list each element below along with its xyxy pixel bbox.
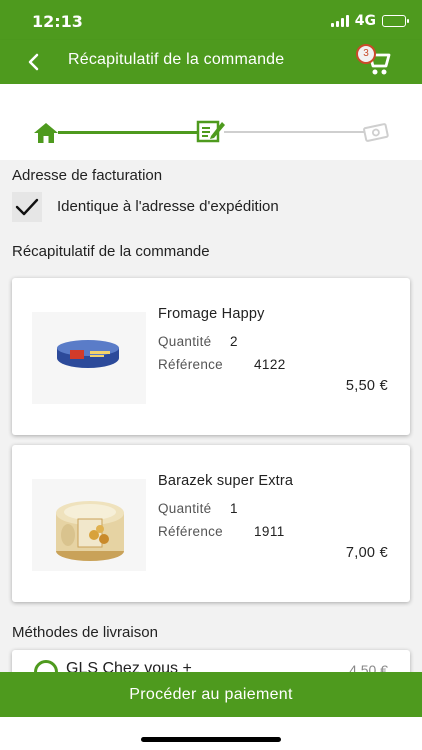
quantity-value: 2 [230,334,238,349]
order-item-card[interactable]: Barazek super Extra Quantité 1 Référence… [12,445,410,602]
cart-count-badge: 3 [356,44,376,64]
reference-label: Référence [158,524,223,539]
home-icon [34,123,58,143]
banknote-icon [363,123,389,142]
billing-section-title: Adresse de facturation [12,167,163,184]
status-bar: 12:13 4G [0,0,422,40]
reference-label: Référence [158,357,223,372]
status-indicators: 4G [330,13,409,29]
edit-form-icon [196,120,225,143]
same-as-shipping-row: Identique à l'adresse d'expédition [0,188,422,226]
item-price: 7,00 € [345,545,388,561]
proceed-to-payment-button[interactable]: Procéder au paiement [0,672,422,717]
quantity-value: 1 [230,501,238,516]
reference-value: 1911 [254,524,285,539]
checkmark-icon [15,198,39,216]
same-as-shipping-checkbox[interactable] [12,192,42,222]
quantity-label: Quantité [158,501,212,516]
signal-icon [330,15,349,27]
home-indicator[interactable] [141,737,281,742]
product-image [32,312,146,404]
summary-section-title: Récapitulatif de la commande [12,243,210,260]
quantity-label: Quantité [158,334,212,349]
progress-line-pending [224,131,364,133]
back-arrow-icon[interactable] [22,50,46,74]
home-indicator-area [0,717,422,750]
network-type: 4G [354,13,376,29]
item-price: 5,50 € [345,378,388,394]
product-name: Barazek super Extra [158,473,294,489]
progress-line-completed [58,131,198,134]
status-time: 12:13 [32,12,83,31]
product-image [32,479,146,571]
order-item-card[interactable]: Fromage Happy Quantité 2 Référence 4122 … [12,278,410,435]
delivery-section-title: Méthodes de livraison [12,624,158,641]
navigation-bar: Récapitulatif de la commande 3 [0,40,422,84]
page-title: Récapitulatif de la commande [68,51,285,68]
product-name: Fromage Happy [158,306,265,322]
reference-value: 4122 [254,357,286,372]
same-as-shipping-label: Identique à l'adresse d'expédition [57,198,279,215]
cart-button[interactable]: 3 [352,42,392,78]
battery-icon [382,15,409,27]
